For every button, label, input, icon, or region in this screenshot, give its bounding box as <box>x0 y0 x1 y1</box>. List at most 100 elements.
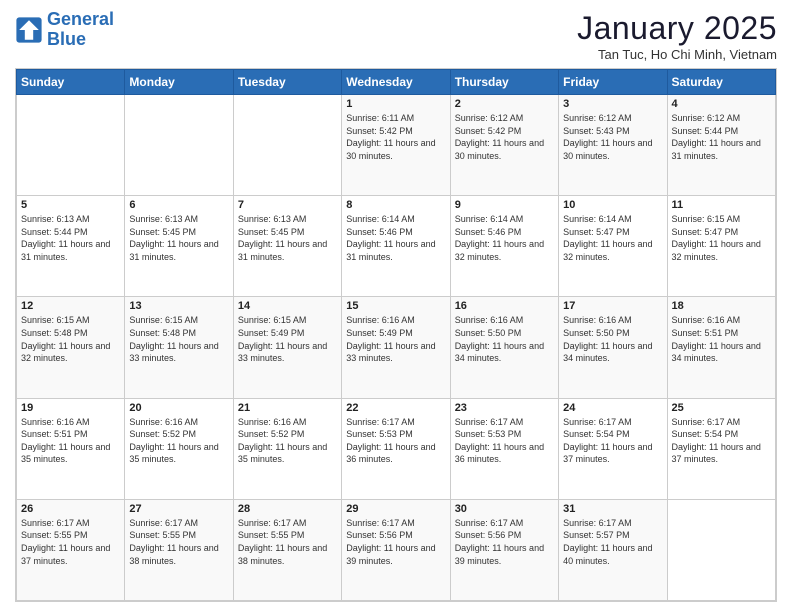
day-cell: 3Sunrise: 6:12 AMSunset: 5:43 PMDaylight… <box>559 95 667 196</box>
day-number: 15 <box>346 300 445 312</box>
day-info: Sunrise: 6:17 AMSunset: 5:57 PMDaylight:… <box>563 517 662 567</box>
week-row-2: 12 Sunrise: 6:15 AMSunset: 5:48 PMDayligh… <box>17 297 776 398</box>
day-info: Sunrise: 6:13 AMSunset: 5:45 PMDaylight:… <box>238 213 337 263</box>
day-number: 11 <box>672 199 771 211</box>
day-cell <box>233 95 341 196</box>
day-cell: 11Sunrise: 6:15 AMSunset: 5:47 PMDayligh… <box>667 196 775 297</box>
weekday-row: SundayMondayTuesdayWednesdayThursdayFrid… <box>17 70 776 95</box>
day-info: Sunrise: 6:16 AMSunset: 5:51 PMDaylight:… <box>21 416 120 466</box>
day-cell: 24 Sunrise: 6:17 AMSunset: 5:54 PMDayligh… <box>559 398 667 499</box>
day-number: 28 <box>238 503 337 515</box>
day-number: 16 <box>455 300 554 312</box>
day-info: Sunrise: 6:12 AMSunset: 5:42 PMDaylight:… <box>455 112 554 162</box>
day-cell: 4 Sunrise: 6:12 AMSunset: 5:44 PMDaylight… <box>667 95 775 196</box>
day-number: 25 <box>672 402 771 414</box>
day-cell: 13 Sunrise: 6:15 AMSunset: 5:48 PMDayligh… <box>125 297 233 398</box>
weekday-header-saturday: Saturday <box>667 70 775 95</box>
day-info: Sunrise: 6:17 AMSunset: 5:54 PMDaylight:… <box>672 416 771 466</box>
day-info: Sunrise: 6:17 AMSunset: 5:54 PMDaylight:… <box>563 416 662 466</box>
weekday-header-wednesday: Wednesday <box>342 70 450 95</box>
weekday-header-friday: Friday <box>559 70 667 95</box>
day-info: Sunrise: 6:17 AMSunset: 5:53 PMDaylight:… <box>346 416 445 466</box>
day-number: 24 <box>563 402 662 414</box>
day-cell: 18Sunrise: 6:16 AMSunset: 5:51 PMDayligh… <box>667 297 775 398</box>
day-number: 14 <box>238 300 337 312</box>
day-number: 9 <box>455 199 554 211</box>
day-number: 18 <box>672 300 771 312</box>
day-cell: 5 Sunrise: 6:13 AMSunset: 5:44 PMDaylight… <box>17 196 125 297</box>
day-info: Sunrise: 6:15 AMSunset: 5:48 PMDaylight:… <box>21 314 120 364</box>
week-row-0: 1Sunrise: 6:11 AMSunset: 5:42 PMDaylight… <box>17 95 776 196</box>
logo: General Blue <box>15 10 114 50</box>
day-info: Sunrise: 6:17 AMSunset: 5:56 PMDaylight:… <box>455 517 554 567</box>
day-info: Sunrise: 6:14 AMSunset: 5:46 PMDaylight:… <box>346 213 445 263</box>
day-info: Sunrise: 6:14 AMSunset: 5:47 PMDaylight:… <box>563 213 662 263</box>
day-number: 20 <box>129 402 228 414</box>
day-cell: 6 Sunrise: 6:13 AMSunset: 5:45 PMDaylight… <box>125 196 233 297</box>
day-number: 2 <box>455 98 554 110</box>
day-cell: 12 Sunrise: 6:15 AMSunset: 5:48 PMDayligh… <box>17 297 125 398</box>
day-number: 17 <box>563 300 662 312</box>
day-info: Sunrise: 6:11 AMSunset: 5:42 PMDaylight:… <box>346 112 445 162</box>
calendar-body: 1Sunrise: 6:11 AMSunset: 5:42 PMDaylight… <box>17 95 776 601</box>
day-cell: 7 Sunrise: 6:13 AMSunset: 5:45 PMDaylight… <box>233 196 341 297</box>
day-info: Sunrise: 6:17 AMSunset: 5:55 PMDaylight:… <box>21 517 120 567</box>
day-number: 4 <box>672 98 771 110</box>
day-cell: 23Sunrise: 6:17 AMSunset: 5:53 PMDayligh… <box>450 398 558 499</box>
calendar-header: SundayMondayTuesdayWednesdayThursdayFrid… <box>17 70 776 95</box>
day-cell: 29Sunrise: 6:17 AMSunset: 5:56 PMDayligh… <box>342 499 450 600</box>
day-info: Sunrise: 6:16 AMSunset: 5:52 PMDaylight:… <box>238 416 337 466</box>
day-number: 10 <box>563 199 662 211</box>
day-cell: 2 Sunrise: 6:12 AMSunset: 5:42 PMDaylight… <box>450 95 558 196</box>
day-number: 12 <box>21 300 120 312</box>
day-info: Sunrise: 6:16 AMSunset: 5:49 PMDaylight:… <box>346 314 445 364</box>
day-cell: 22 Sunrise: 6:17 AMSunset: 5:53 PMDayligh… <box>342 398 450 499</box>
day-cell: 14 Sunrise: 6:15 AMSunset: 5:49 PMDayligh… <box>233 297 341 398</box>
day-cell: 17 Sunrise: 6:16 AMSunset: 5:50 PMDayligh… <box>559 297 667 398</box>
day-info: Sunrise: 6:15 AMSunset: 5:49 PMDaylight:… <box>238 314 337 364</box>
day-number: 29 <box>346 503 445 515</box>
day-cell: 20 Sunrise: 6:16 AMSunset: 5:52 PMDayligh… <box>125 398 233 499</box>
day-number: 8 <box>346 199 445 211</box>
day-info: Sunrise: 6:16 AMSunset: 5:50 PMDaylight:… <box>455 314 554 364</box>
day-number: 5 <box>21 199 120 211</box>
calendar: SundayMondayTuesdayWednesdayThursdayFrid… <box>15 68 777 602</box>
week-row-4: 26Sunrise: 6:17 AMSunset: 5:55 PMDayligh… <box>17 499 776 600</box>
day-info: Sunrise: 6:15 AMSunset: 5:48 PMDaylight:… <box>129 314 228 364</box>
day-cell: 31Sunrise: 6:17 AMSunset: 5:57 PMDayligh… <box>559 499 667 600</box>
day-cell: 19Sunrise: 6:16 AMSunset: 5:51 PMDayligh… <box>17 398 125 499</box>
day-cell: 16 Sunrise: 6:16 AMSunset: 5:50 PMDayligh… <box>450 297 558 398</box>
day-number: 22 <box>346 402 445 414</box>
day-number: 13 <box>129 300 228 312</box>
day-cell: 9Sunrise: 6:14 AMSunset: 5:46 PMDaylight… <box>450 196 558 297</box>
day-cell: 15 Sunrise: 6:16 AMSunset: 5:49 PMDayligh… <box>342 297 450 398</box>
day-info: Sunrise: 6:17 AMSunset: 5:55 PMDaylight:… <box>129 517 228 567</box>
day-number: 7 <box>238 199 337 211</box>
day-info: Sunrise: 6:16 AMSunset: 5:50 PMDaylight:… <box>563 314 662 364</box>
day-cell: 8 Sunrise: 6:14 AMSunset: 5:46 PMDaylight… <box>342 196 450 297</box>
header: General Blue January 2025 Tan Tuc, Ho Ch… <box>15 10 777 62</box>
day-info: Sunrise: 6:12 AMSunset: 5:44 PMDaylight:… <box>672 112 771 162</box>
day-number: 23 <box>455 402 554 414</box>
day-cell: 1Sunrise: 6:11 AMSunset: 5:42 PMDaylight… <box>342 95 450 196</box>
day-cell: 26Sunrise: 6:17 AMSunset: 5:55 PMDayligh… <box>17 499 125 600</box>
weekday-header-tuesday: Tuesday <box>233 70 341 95</box>
day-number: 6 <box>129 199 228 211</box>
day-cell: 10 Sunrise: 6:14 AMSunset: 5:47 PMDayligh… <box>559 196 667 297</box>
day-cell <box>667 499 775 600</box>
day-info: Sunrise: 6:13 AMSunset: 5:44 PMDaylight:… <box>21 213 120 263</box>
page: General Blue January 2025 Tan Tuc, Ho Ch… <box>0 0 792 612</box>
logo-text: General Blue <box>47 10 114 50</box>
week-row-1: 5 Sunrise: 6:13 AMSunset: 5:44 PMDaylight… <box>17 196 776 297</box>
location: Tan Tuc, Ho Chi Minh, Vietnam <box>577 47 777 62</box>
day-cell <box>125 95 233 196</box>
day-info: Sunrise: 6:13 AMSunset: 5:45 PMDaylight:… <box>129 213 228 263</box>
calendar-table: SundayMondayTuesdayWednesdayThursdayFrid… <box>16 69 776 601</box>
day-cell: 28Sunrise: 6:17 AMSunset: 5:55 PMDayligh… <box>233 499 341 600</box>
day-number: 21 <box>238 402 337 414</box>
day-cell: 27Sunrise: 6:17 AMSunset: 5:55 PMDayligh… <box>125 499 233 600</box>
day-info: Sunrise: 6:12 AMSunset: 5:43 PMDaylight:… <box>563 112 662 162</box>
logo-icon <box>15 16 43 44</box>
day-info: Sunrise: 6:16 AMSunset: 5:52 PMDaylight:… <box>129 416 228 466</box>
day-cell: 30Sunrise: 6:17 AMSunset: 5:56 PMDayligh… <box>450 499 558 600</box>
